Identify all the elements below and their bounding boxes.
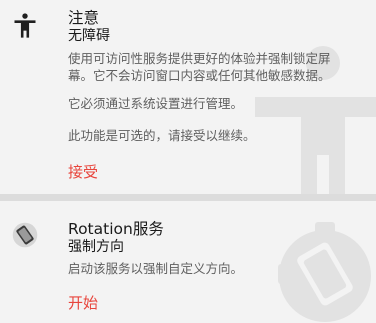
- start-button[interactable]: 开始: [68, 292, 98, 313]
- accessibility-icon: [14, 13, 36, 38]
- accessibility-description-line1: 使用可访问性服务提供更好的体验并强制锁定屏: [68, 51, 331, 66]
- accessibility-description-line2: 幕。它不会访问窗口内容或任何其他敏感数据。: [68, 68, 331, 83]
- rotation-watermark-icon: [278, 222, 371, 322]
- accessibility-subtitle: 无障碍: [68, 28, 110, 44]
- rotation-service-card: Rotation服务 强制方向 启动该服务以强制自定义方向。 开始: [0, 201, 376, 323]
- accept-button[interactable]: 接受: [68, 161, 98, 182]
- accessibility-manage-text: 它必须通过系统设置进行管理。: [68, 96, 244, 111]
- accessibility-optional-text: 此功能是可选的，请接受以继续。: [68, 128, 256, 143]
- rotation-description: 启动该服务以强制自定义方向。: [68, 261, 244, 276]
- rotation-subtitle: 强制方向: [68, 239, 124, 255]
- rotation-service-icon: [12, 222, 38, 248]
- accessibility-card: 注意 无障碍 使用可访问性服务提供更好的体验并强制锁定屏 幕。它不会访问窗口内容…: [0, 0, 376, 194]
